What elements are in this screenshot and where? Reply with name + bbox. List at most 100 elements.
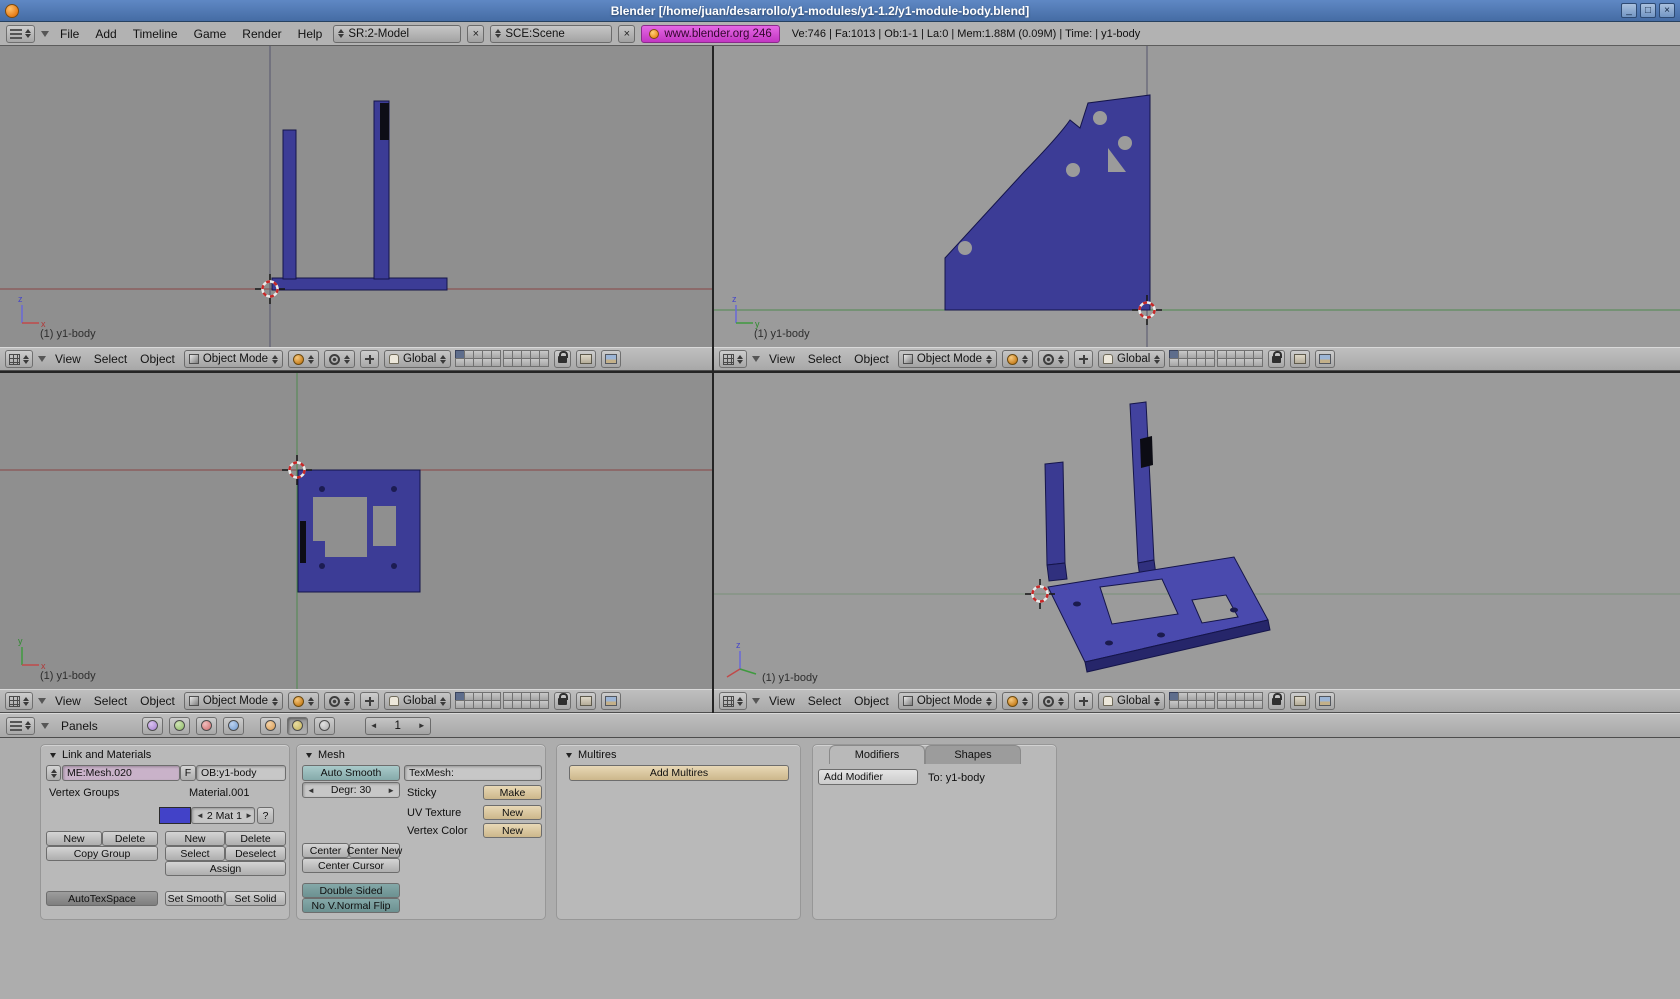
editor-type-button[interactable] xyxy=(5,692,33,710)
deselect-button[interactable]: Deselect xyxy=(225,846,286,861)
mesh-object[interactable] xyxy=(945,95,1150,310)
viewport-shading-dropdown[interactable] xyxy=(1002,692,1033,710)
autotexspace-toggle[interactable]: AutoTexSpace xyxy=(46,891,158,906)
mesh-datablock-browse-button[interactable] xyxy=(46,765,61,781)
view-menu[interactable]: View xyxy=(51,694,85,708)
manipulator-toggle[interactable] xyxy=(360,350,379,368)
scene-clear-button[interactable]: × xyxy=(618,25,635,43)
vertex-group-delete-button[interactable]: Delete xyxy=(102,831,158,846)
layer-toggle[interactable] xyxy=(1205,700,1215,709)
pivot-dropdown[interactable] xyxy=(1038,692,1069,710)
viewport-top-canvas[interactable]: y x (1) y1-body xyxy=(0,373,712,689)
frame-decrement-icon[interactable]: ◄ xyxy=(370,721,378,730)
lock-layers-button[interactable] xyxy=(1268,692,1285,710)
frame-increment-icon[interactable]: ► xyxy=(418,721,426,730)
render-this-window-button[interactable] xyxy=(601,692,621,710)
assign-button[interactable]: Assign xyxy=(165,861,286,876)
render-preview-button[interactable] xyxy=(576,692,596,710)
material-delete-button[interactable]: Delete xyxy=(225,831,286,846)
help-menu[interactable]: Help xyxy=(293,26,328,42)
degr-increment-icon[interactable]: ► xyxy=(387,786,395,795)
select-menu[interactable]: Select xyxy=(804,694,845,708)
select-menu[interactable]: Select xyxy=(804,352,845,366)
file-menu[interactable]: File xyxy=(55,26,84,42)
screen-clear-button[interactable]: × xyxy=(467,25,484,43)
texmesh-field[interactable]: TexMesh: xyxy=(404,765,542,781)
frame-stepper[interactable]: ◄ 1 ► xyxy=(365,717,431,735)
header-collapse-icon[interactable] xyxy=(38,356,46,362)
viewport-perspective[interactable]: z (1) y1-body View Select Object Object … xyxy=(714,373,1680,713)
mesh-object[interactable] xyxy=(298,470,420,592)
center-button[interactable]: Center xyxy=(302,843,349,858)
panel-collapse-icon[interactable] xyxy=(566,753,572,758)
editor-type-button[interactable] xyxy=(719,350,747,368)
editor-type-button[interactable] xyxy=(6,717,35,735)
viewport-shading-dropdown[interactable] xyxy=(288,350,319,368)
no-vnormal-flip-toggle[interactable]: No V.Normal Flip xyxy=(302,898,400,913)
header-collapse-icon[interactable] xyxy=(752,698,760,704)
select-button[interactable]: Select xyxy=(165,846,225,861)
object-menu[interactable]: Object xyxy=(850,694,893,708)
add-multires-button[interactable]: Add Multires xyxy=(569,765,789,781)
object-name-field[interactable]: OB:y1-body xyxy=(196,765,286,781)
transform-orientation-dropdown[interactable]: Global xyxy=(384,350,451,368)
panels-menu[interactable]: Panels xyxy=(55,719,104,733)
center-cursor-button[interactable]: Center Cursor xyxy=(302,858,400,873)
render-preview-button[interactable] xyxy=(1290,692,1310,710)
layer-toggle[interactable] xyxy=(539,700,549,709)
double-sided-toggle[interactable]: Double Sided xyxy=(302,883,400,898)
material-next-icon[interactable]: ► xyxy=(245,811,253,820)
lock-layers-button[interactable] xyxy=(554,350,571,368)
degr-decrement-icon[interactable]: ◄ xyxy=(307,786,315,795)
close-button[interactable]: × xyxy=(1659,3,1675,18)
header-collapse-icon[interactable] xyxy=(38,698,46,704)
maximize-button[interactable]: □ xyxy=(1640,3,1656,18)
viewport-front-canvas[interactable]: z x (1) y1-body xyxy=(0,46,712,347)
degr-stepper[interactable]: ◄ Degr: 30 ► xyxy=(302,782,400,798)
mode-dropdown[interactable]: Object Mode xyxy=(898,692,997,710)
render-this-window-button[interactable] xyxy=(601,350,621,368)
object-menu[interactable]: Object xyxy=(850,352,893,366)
material-prev-icon[interactable]: ◄ xyxy=(196,811,204,820)
mode-dropdown[interactable]: Object Mode xyxy=(184,350,283,368)
viewport-shading-dropdown[interactable] xyxy=(288,692,319,710)
screen-selector[interactable]: SR:2-Model xyxy=(333,25,461,43)
material-index-stepper[interactable]: ◄ 2 Mat 1 ► xyxy=(191,807,255,824)
timeline-menu[interactable]: Timeline xyxy=(128,26,183,42)
manipulator-toggle[interactable] xyxy=(1074,692,1093,710)
viewport-perspective-canvas[interactable]: z (1) y1-body xyxy=(714,373,1680,689)
game-menu[interactable]: Game xyxy=(189,26,232,42)
layer-toggle[interactable] xyxy=(491,358,501,367)
manipulator-toggle[interactable] xyxy=(1074,350,1093,368)
material-color-swatch[interactable] xyxy=(159,807,191,824)
editor-type-button[interactable] xyxy=(6,25,35,43)
context-shading-button[interactable] xyxy=(196,717,217,735)
sticky-make-button[interactable]: Make xyxy=(483,785,542,800)
context-logic-button[interactable] xyxy=(142,717,163,735)
tab-shapes[interactable]: Shapes xyxy=(925,745,1021,764)
vertex-color-new-button[interactable]: New xyxy=(483,823,542,838)
render-menu[interactable]: Render xyxy=(237,26,286,42)
transform-orientation-dropdown[interactable]: Global xyxy=(384,692,451,710)
layer-toggle[interactable] xyxy=(1253,358,1263,367)
viewport-side-canvas[interactable]: z y (1) y1-body xyxy=(714,46,1680,347)
pivot-dropdown[interactable] xyxy=(1038,350,1069,368)
pivot-dropdown[interactable] xyxy=(324,350,355,368)
layer-toggle[interactable] xyxy=(539,358,549,367)
mesh-name-field[interactable]: ME:Mesh.020 xyxy=(62,765,180,781)
material-help-button[interactable]: ? xyxy=(257,807,274,824)
tab-modifiers[interactable]: Modifiers xyxy=(829,745,925,764)
view-menu[interactable]: View xyxy=(765,352,799,366)
layer-toggle[interactable] xyxy=(491,700,501,709)
uv-texture-new-button[interactable]: New xyxy=(483,805,542,820)
object-menu[interactable]: Object xyxy=(136,352,179,366)
vertex-group-new-button[interactable]: New xyxy=(46,831,102,846)
scene-selector[interactable]: SCE:Scene xyxy=(490,25,612,43)
mode-dropdown[interactable]: Object Mode xyxy=(898,350,997,368)
transform-orientation-dropdown[interactable]: Global xyxy=(1098,350,1165,368)
view-menu[interactable]: View xyxy=(51,352,85,366)
copy-group-button[interactable]: Copy Group xyxy=(46,846,158,861)
panel-collapse-icon[interactable] xyxy=(50,753,56,758)
pivot-dropdown[interactable] xyxy=(324,692,355,710)
context-scene-button[interactable] xyxy=(314,717,335,735)
